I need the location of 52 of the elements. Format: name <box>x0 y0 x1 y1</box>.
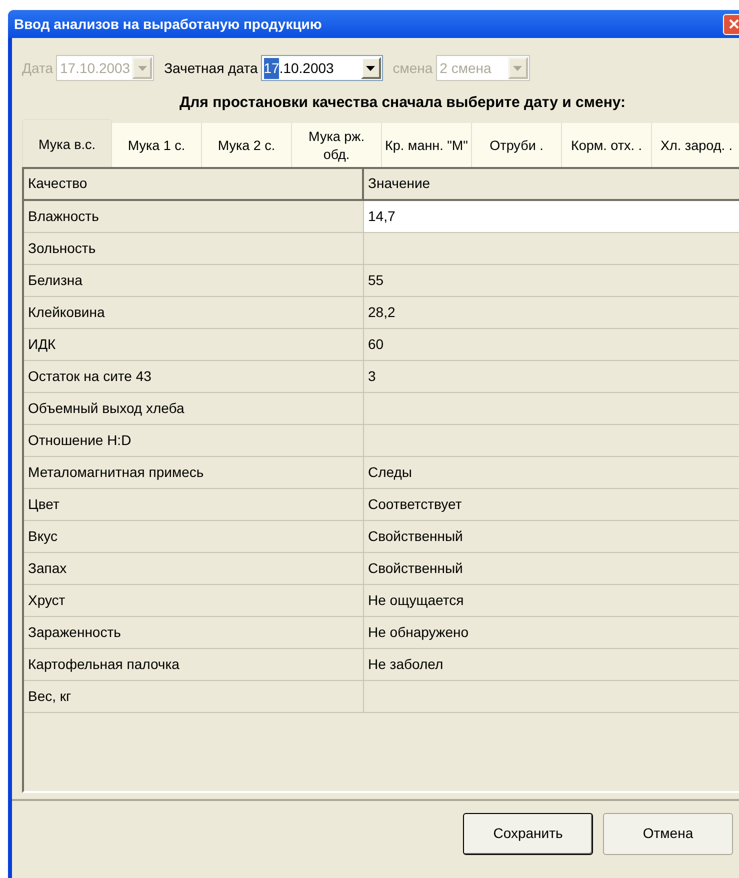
table-cell: Зараженность <box>24 616 364 648</box>
tab[interactable]: Отруби . <box>472 122 562 166</box>
value-cell[interactable]: 3 <box>364 360 739 392</box>
tab[interactable]: Мука в.с. <box>22 118 112 166</box>
value-cell[interactable]: 28,2 <box>364 296 739 328</box>
tab[interactable]: Мука 2 с. <box>202 122 292 166</box>
table-cell: Вкус <box>24 520 364 552</box>
table-cell: Цвет <box>24 488 364 520</box>
value-cell[interactable]: Соответствует <box>364 488 739 520</box>
table-cell: Белизна <box>24 264 364 296</box>
value-cell[interactable]: Не заболел <box>364 648 739 680</box>
selected-text: 17 <box>264 58 280 78</box>
close-icon <box>728 19 738 29</box>
field-label: Дата <box>22 58 54 78</box>
caret-icon <box>366 66 376 70</box>
value-cell[interactable]: 14,7 <box>364 200 739 232</box>
table-cell: Вес, кг <box>24 680 364 712</box>
tab[interactable]: Хл. зарод. . <box>652 122 739 166</box>
table-cell: Запах <box>24 552 364 584</box>
date-text: .10.2003 <box>279 58 334 78</box>
table-cell: Картофельная палочка <box>24 648 364 680</box>
tab[interactable]: Мука рж. обд. <box>292 122 382 166</box>
table-cell: Зольность <box>24 232 364 264</box>
value-cell[interactable]: Свойственный <box>364 520 739 552</box>
caret-icon <box>138 66 147 70</box>
table-cell: Отношение H:D <box>24 424 364 456</box>
caret-icon <box>513 66 522 70</box>
value-cell[interactable]: Не ощущается <box>364 584 739 616</box>
close-button[interactable] <box>723 14 739 34</box>
tab[interactable]: Корм. отх. . <box>562 122 652 166</box>
date-field[interactable]: 17.10.2003 <box>260 55 383 81</box>
column-header[interactable]: Значение <box>364 168 739 198</box>
table-cell: ИДК <box>24 328 364 360</box>
value-cell[interactable]: 55 <box>364 264 739 296</box>
tab[interactable]: Мука 1 с. <box>112 122 202 166</box>
column-header[interactable]: Качество <box>24 168 364 198</box>
table-cell: Объемный выход хлеба <box>24 392 364 424</box>
table-cell: Хруст <box>24 584 364 616</box>
value-cell[interactable]: 60 <box>364 328 739 360</box>
value-cell[interactable]: Следы <box>364 456 739 488</box>
value-cell[interactable]: Свойственный <box>364 552 739 584</box>
dialog-button[interactable]: Отмена <box>603 812 733 854</box>
field-label: Зачетная дата <box>164 58 258 78</box>
value-cell[interactable]: Не обнаружено <box>364 616 739 648</box>
tab[interactable]: Кр. манн. "М" <box>382 122 472 166</box>
table-cell: Металомагнитная примесь <box>24 456 364 488</box>
window-title: Ввод анализов на выработаную продукцию <box>14 14 323 34</box>
field-label: смена <box>392 58 433 78</box>
table-cell: Клейковина <box>24 296 364 328</box>
dialog-button[interactable]: Сохранить <box>463 812 593 854</box>
instruction-text: Для простановки качества сначала выберите дату и смену: <box>179 93 626 113</box>
table-cell: Остаток на сите 43 <box>24 360 364 392</box>
